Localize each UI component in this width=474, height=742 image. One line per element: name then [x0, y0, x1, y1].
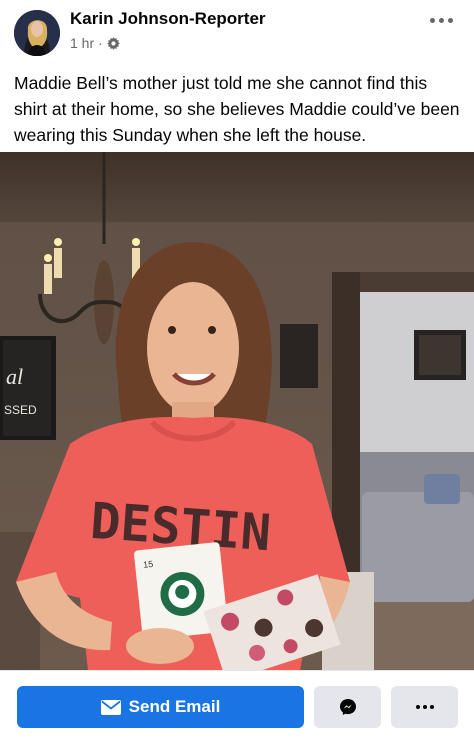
meta-separator: · — [98, 35, 103, 51]
post-header: Karin Johnson-Reporter 1 hr · — [0, 0, 474, 62]
send-email-button[interactable]: Send Email — [17, 686, 304, 728]
send-email-label: Send Email — [128, 697, 221, 716]
post-photo[interactable]: al SSED DESTIN 15 — [0, 152, 474, 670]
sign-text-top: al — [6, 364, 23, 389]
card-number: 15 — [143, 559, 154, 570]
action-bar: Send Email — [0, 670, 474, 742]
messenger-button[interactable] — [314, 686, 381, 728]
author-name[interactable]: Karin Johnson-Reporter — [70, 9, 266, 29]
gear-icon — [106, 36, 120, 50]
author-avatar[interactable] — [14, 10, 60, 56]
sign-text-bottom: SSED — [4, 403, 37, 417]
messenger-icon — [339, 699, 356, 715]
post-meta: 1 hr · — [70, 35, 120, 51]
more-horizontal-icon — [415, 705, 420, 709]
post-options-icon[interactable] — [426, 8, 456, 32]
post-time[interactable]: 1 hr — [70, 35, 94, 51]
envelope-icon — [100, 699, 121, 715]
more-options-button[interactable] — [391, 686, 458, 728]
post-caption: Maddie Bell’s mother just told me she ca… — [14, 73, 460, 145]
